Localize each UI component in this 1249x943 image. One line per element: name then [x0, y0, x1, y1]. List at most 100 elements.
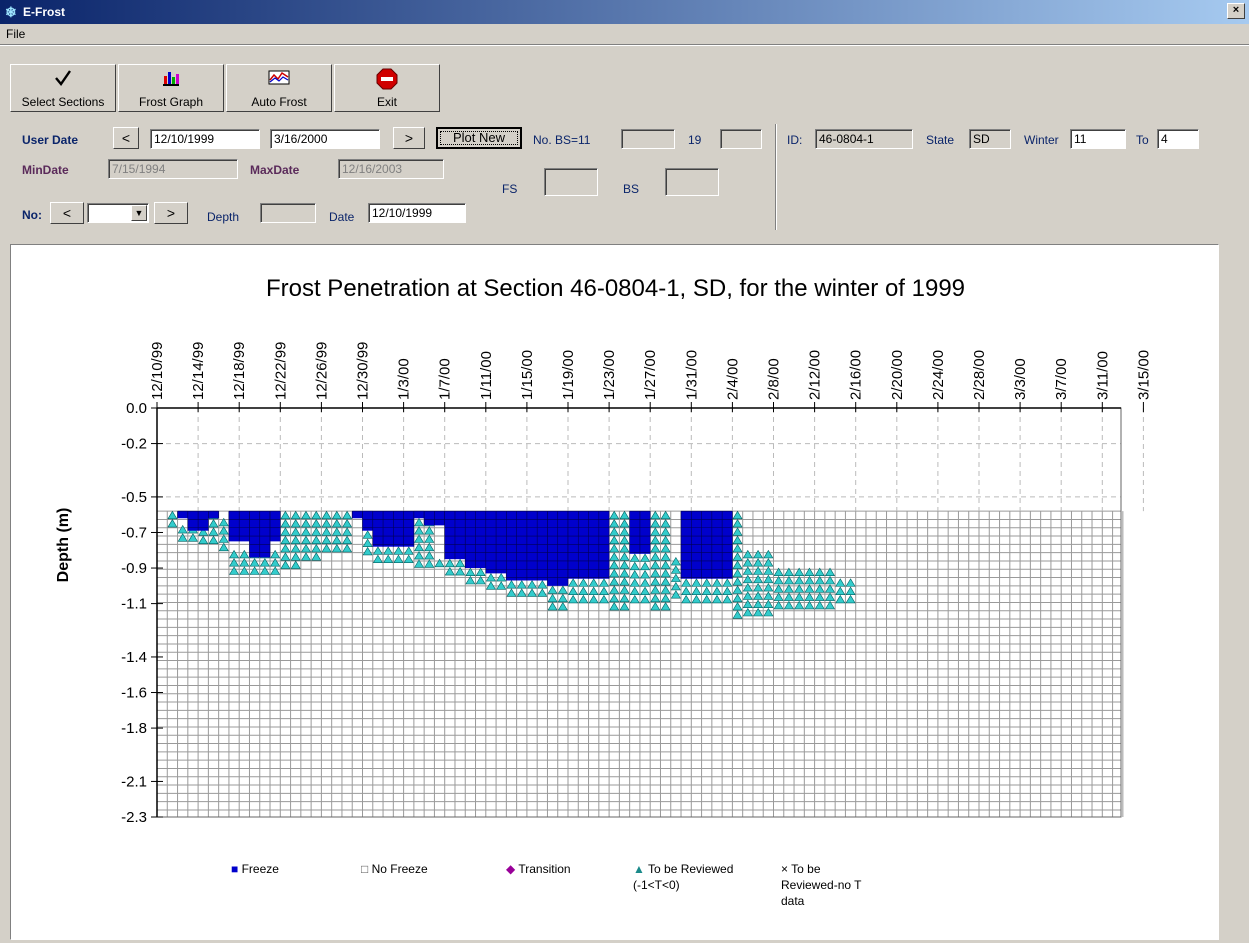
menu-file[interactable]: File: [6, 27, 25, 41]
count-field[interactable]: [720, 129, 762, 149]
stop-sign-icon: [335, 68, 439, 90]
y-tick-label: -0.2: [121, 436, 147, 453]
freeze-region: [177, 511, 188, 519]
legend-transition-symbol: ◆: [506, 862, 516, 876]
user-date-to-input[interactable]: 3/16/2000: [270, 129, 380, 149]
exit-label: Exit: [376, 95, 397, 109]
max-date-label: MaxDate: [250, 163, 300, 177]
x-tick-label: 1/11/00: [478, 351, 495, 400]
to-label: To: [1136, 133, 1149, 147]
y-tick-label: -2.1: [121, 773, 147, 790]
legend-freeze-symbol: ■: [231, 862, 239, 876]
fs-field[interactable]: [544, 168, 598, 196]
y-tick-label: -0.7: [121, 524, 147, 541]
freeze-region: [270, 511, 281, 542]
to-input[interactable]: 4: [1157, 129, 1199, 149]
frost-chart: 12/10/99 12/14/99 12/18/99 12/22/99 12/26/99…: [121, 342, 1152, 826]
x-tick-label: 3/7/00: [1053, 358, 1070, 400]
frost-graph-button[interactable]: Frost Graph: [118, 64, 224, 112]
chart-panel: Frost Penetration at Section 46-0804-1, …: [10, 244, 1219, 940]
no-select[interactable]: ▼: [87, 203, 149, 223]
bar-chart-icon: [119, 68, 223, 90]
x-tick-label: 1/15/00: [519, 350, 536, 400]
user-date-prev-button[interactable]: <: [113, 127, 139, 149]
x-tick-label: 12/18/99: [231, 342, 248, 400]
winter-label: Winter: [1024, 133, 1059, 147]
auto-frost-button[interactable]: Auto Frost: [226, 64, 332, 112]
legend-transition-label: Transition: [518, 862, 571, 876]
legend-no-t-data: × To be Reviewed-no T data: [781, 861, 869, 909]
user-date-next-button[interactable]: >: [393, 127, 425, 149]
y-tick-label: -0.9: [121, 560, 147, 577]
dropdown-arrow-icon[interactable]: ▼: [131, 205, 147, 221]
min-date-label: MinDate: [22, 163, 69, 177]
legend-no-freeze-label: No Freeze: [371, 862, 428, 876]
x-tick-label: 2/24/00: [930, 350, 947, 400]
x-tick-label: 2/16/00: [848, 350, 865, 400]
state-field[interactable]: SD: [969, 129, 1011, 149]
no-label: No:: [22, 208, 42, 222]
no-bs-label: No. BS=11: [533, 133, 591, 147]
x-tick-label: 3/3/00: [1012, 358, 1029, 400]
legend-no-freeze: □ No Freeze: [361, 861, 428, 877]
legend-no-freeze-symbol: □: [361, 862, 369, 876]
y-tick-label: -1.4: [121, 649, 147, 666]
y-tick-label: -1.1: [121, 596, 147, 613]
auto-frost-label: Auto Frost: [251, 95, 307, 109]
title-bar: ❄ E-Frost ×: [0, 0, 1249, 24]
freeze-region: [352, 511, 363, 519]
no-prev-button[interactable]: <: [50, 202, 84, 224]
y-tick-label: -2.3: [121, 809, 147, 826]
freeze-region: [681, 511, 733, 579]
legend-to-be-reviewed: ▲ To be Reviewed (-1<T<0): [633, 861, 773, 893]
legend-freeze-label: Freeze: [241, 862, 279, 876]
legend-review-label: To be Reviewed (-1<T<0): [633, 862, 734, 892]
snowflake-icon: ❄: [5, 4, 17, 20]
max-date-field: 12/16/2003: [338, 159, 444, 179]
freeze-region: [413, 511, 425, 519]
x-tick-label: 12/14/99: [190, 342, 207, 400]
date-input[interactable]: 12/10/1999: [368, 203, 466, 223]
y-tick-label: -0.5: [121, 489, 147, 506]
legend-no-t-data-label: To be Reviewed-no T data: [781, 862, 862, 908]
x-tick-label: 3/15/00: [1135, 350, 1152, 400]
vertical-divider: [775, 124, 777, 230]
depth-field[interactable]: [260, 203, 316, 223]
plot-new-button[interactable]: Plot New: [436, 127, 522, 149]
x-tick-label: 1/23/00: [601, 350, 618, 400]
menu-bar: File: [0, 24, 1249, 44]
winter-input[interactable]: 11: [1070, 129, 1126, 149]
frost-graph-label: Frost Graph: [138, 95, 204, 109]
x-tick-label: 1/31/00: [683, 350, 700, 400]
no-bs-field[interactable]: [621, 129, 675, 149]
count-19-label: 19: [688, 133, 702, 147]
x-tick-label: 2/28/00: [971, 350, 988, 400]
window-title: E-Frost: [23, 5, 65, 19]
select-sections-label: Select Sections: [21, 95, 105, 109]
exit-button[interactable]: Exit: [334, 64, 440, 112]
line-chart-icon: [227, 68, 331, 90]
select-sections-button[interactable]: Select Sections: [10, 64, 116, 112]
legend-transition: ◆ Transition: [506, 861, 571, 877]
close-button[interactable]: ×: [1227, 3, 1245, 19]
x-tick-label: 2/20/00: [889, 350, 906, 400]
menu-divider: [0, 44, 1249, 46]
bs-field[interactable]: [665, 168, 719, 196]
checkmark-icon: [11, 68, 115, 90]
y-tick-label: -1.6: [121, 685, 147, 702]
fs-label: FS: [502, 182, 518, 196]
freeze-region: [208, 511, 219, 519]
x-tick-label: 2/8/00: [766, 358, 783, 400]
legend-no-t-data-symbol: ×: [781, 862, 789, 876]
no-next-button[interactable]: >: [154, 202, 188, 224]
id-field[interactable]: 46-0804-1: [815, 129, 913, 149]
x-tick-label: 1/19/00: [560, 350, 577, 400]
x-tick-label: 1/27/00: [642, 350, 659, 400]
date-label: Date: [329, 210, 355, 224]
depth-label: Depth: [207, 210, 240, 224]
user-date-label: User Date: [22, 133, 79, 147]
user-date-from-input[interactable]: 12/10/1999: [150, 129, 260, 149]
y-tick-label: 0.0: [126, 400, 147, 417]
id-label: ID:: [787, 133, 803, 147]
legend-review-symbol: ▲: [633, 862, 645, 876]
